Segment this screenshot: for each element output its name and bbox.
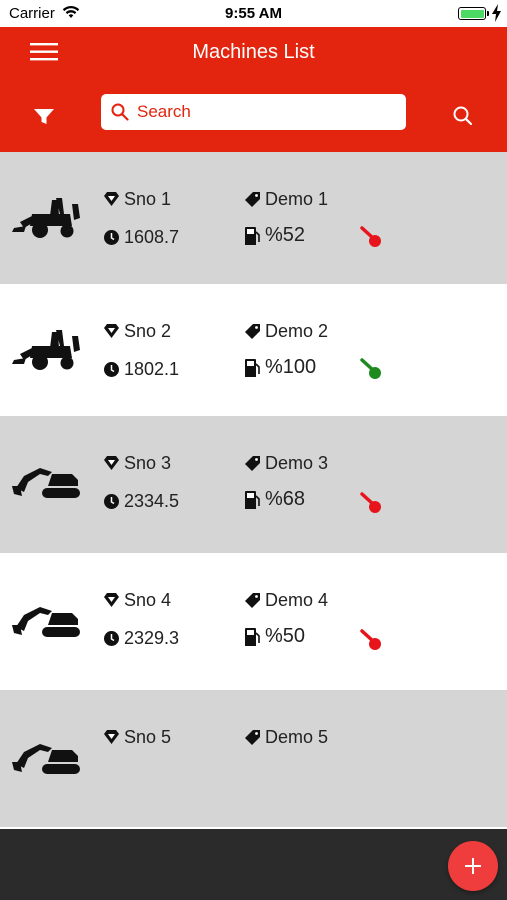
diamond-icon — [104, 192, 119, 207]
machine-row[interactable]: Sno 4 Demo 4 2329.3 %50 — [0, 553, 507, 690]
working-hours: 2329.3 — [104, 627, 179, 649]
tag-icon — [245, 592, 260, 608]
clock-icon — [104, 229, 119, 245]
excavator-icon — [12, 744, 80, 774]
fuel-pump-icon — [245, 226, 260, 245]
filter-icon — [34, 109, 54, 124]
tag-icon — [245, 729, 260, 745]
ignition-key-icon[interactable] — [360, 629, 384, 651]
excavator-icon — [12, 607, 80, 637]
bottom-bar — [0, 829, 507, 900]
clock-icon — [104, 630, 119, 646]
charging-bolt-icon — [492, 4, 501, 22]
serial-number: Sno 5 — [104, 726, 171, 748]
machine-name: Demo 1 — [245, 188, 328, 210]
search-icon — [453, 106, 473, 126]
ignition-key-icon[interactable] — [360, 226, 384, 248]
battery-tip — [487, 11, 489, 16]
filter-button[interactable] — [30, 102, 58, 130]
clock-icon — [104, 361, 119, 377]
battery-icon — [458, 7, 486, 20]
tag-icon — [245, 191, 260, 207]
machine-name: Demo 3 — [245, 452, 328, 474]
machine-row[interactable]: Sno 2 Demo 2 1802.1 %100 — [0, 284, 507, 416]
machine-row[interactable]: Sno 3 Demo 3 2334.5 %68 — [0, 416, 507, 553]
diamond-icon — [104, 593, 119, 608]
machine-name: Demo 4 — [245, 589, 328, 611]
machine-row[interactable]: Sno 5 Demo 5 — [0, 690, 507, 827]
diamond-icon — [104, 730, 119, 745]
tag-icon — [245, 323, 260, 339]
fuel-level: %52 — [245, 224, 305, 247]
machine-name: Demo 2 — [245, 320, 328, 342]
search-field-icon — [111, 103, 129, 121]
ignition-key-icon[interactable] — [360, 492, 384, 514]
working-hours: 1802.1 — [104, 358, 179, 380]
machine-row[interactable]: Sno 1 Demo 1 1608.7 %52 — [0, 152, 507, 284]
working-hours: 2334.5 — [104, 490, 179, 512]
search-input[interactable] — [137, 94, 397, 130]
fuel-level: %50 — [245, 625, 305, 648]
page-title: Machines List — [192, 41, 315, 63]
serial-number: Sno 2 — [104, 320, 171, 342]
status-bar: Carrier 9:55 AM — [0, 0, 507, 27]
backhoe-loader-icon — [12, 330, 80, 370]
diamond-icon — [104, 324, 119, 339]
search-field[interactable] — [101, 94, 406, 130]
fuel-pump-icon — [245, 627, 260, 646]
backhoe-loader-icon — [12, 198, 80, 238]
machine-name: Demo 5 — [245, 726, 328, 748]
ignition-key-icon[interactable] — [360, 358, 384, 380]
fuel-pump-icon — [245, 490, 260, 509]
navigation-bar: Machines List — [0, 27, 507, 79]
serial-number: Sno 4 — [104, 589, 171, 611]
working-hours: 1608.7 — [104, 226, 179, 248]
search-button[interactable] — [450, 103, 476, 129]
machine-list: Sno 1 Demo 1 1608.7 %52 Sno 2 Demo 2 180… — [0, 152, 507, 827]
plus-icon — [465, 858, 481, 874]
clock: 9:55 AM — [225, 5, 282, 22]
fuel-pump-icon — [245, 358, 260, 377]
serial-number: Sno 3 — [104, 452, 171, 474]
fuel-level: %68 — [245, 488, 305, 511]
excavator-icon — [12, 468, 80, 498]
search-toolbar — [0, 79, 507, 152]
add-machine-button[interactable] — [448, 841, 498, 891]
tag-icon — [245, 455, 260, 471]
serial-number: Sno 1 — [104, 188, 171, 210]
clock-icon — [104, 493, 119, 509]
diamond-icon — [104, 456, 119, 471]
fuel-level: %100 — [245, 356, 316, 379]
